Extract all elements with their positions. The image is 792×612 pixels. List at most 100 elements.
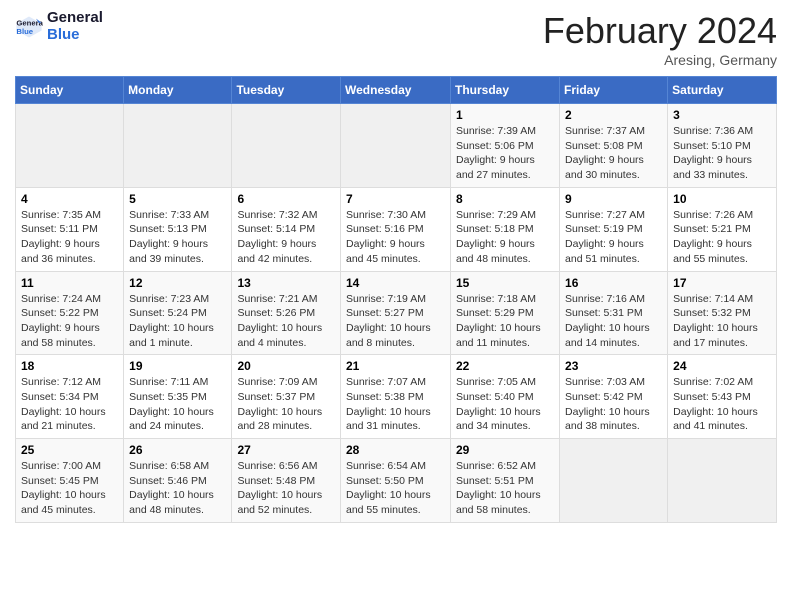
weekday-header-monday: Monday — [124, 77, 232, 104]
day-info: Sunrise: 7:11 AMSunset: 5:35 PMDaylight:… — [129, 375, 226, 434]
day-info: Sunrise: 7:09 AMSunset: 5:37 PMDaylight:… — [237, 375, 335, 434]
day-number: 7 — [346, 192, 445, 206]
calendar-cell: 21Sunrise: 7:07 AMSunset: 5:38 PMDayligh… — [341, 355, 451, 439]
calendar-cell: 26 Sunrise: 6:58 AMSunset: 5:46 PMDayligh… — [124, 439, 232, 523]
calendar-week-row: 25 Sunrise: 7:00 AMSunset: 5:45 PMDayligh… — [16, 439, 777, 523]
logo-text-general: General — [47, 10, 103, 27]
calendar-week-row: 11Sunrise: 7:24 AMSunset: 5:22 PMDayligh… — [16, 271, 777, 355]
calendar-table: SundayMondayTuesdayWednesdayThursdayFrid… — [15, 76, 777, 523]
calendar-cell — [16, 104, 124, 188]
day-info: Sunrise: 7:33 AMSunset: 5:13 PMDaylight:… — [129, 208, 226, 267]
weekday-header-row: SundayMondayTuesdayWednesdayThursdayFrid… — [16, 77, 777, 104]
day-number: 24 — [673, 359, 771, 373]
logo-icon: General Blue — [15, 13, 43, 41]
calendar-cell — [232, 104, 341, 188]
calendar-cell: 16 Sunrise: 7:16 AMSunset: 5:31 PMDayligh… — [560, 271, 668, 355]
calendar-cell: 5 Sunrise: 7:33 AMSunset: 5:13 PMDaylight… — [124, 187, 232, 271]
day-number: 26 — [129, 443, 226, 457]
day-number: 9 — [565, 192, 662, 206]
day-number: 5 — [129, 192, 226, 206]
day-number: 25 — [21, 443, 118, 457]
calendar-cell: 14 Sunrise: 7:19 AMSunset: 5:27 PMDayligh… — [341, 271, 451, 355]
day-number: 27 — [237, 443, 335, 457]
day-number: 13 — [237, 276, 335, 290]
calendar-cell: 6 Sunrise: 7:32 AMSunset: 5:14 PMDaylight… — [232, 187, 341, 271]
calendar-cell: 12Sunrise: 7:23 AMSunset: 5:24 PMDayligh… — [124, 271, 232, 355]
day-info: Sunrise: 7:29 AMSunset: 5:18 PMDaylight:… — [456, 208, 554, 267]
calendar-cell: 22 Sunrise: 7:05 AMSunset: 5:40 PMDayligh… — [451, 355, 560, 439]
day-number: 10 — [673, 192, 771, 206]
calendar-cell: 25 Sunrise: 7:00 AMSunset: 5:45 PMDayligh… — [16, 439, 124, 523]
calendar-cell: 24 Sunrise: 7:02 AMSunset: 5:43 PMDayligh… — [668, 355, 777, 439]
day-info: Sunrise: 6:52 AMSunset: 5:51 PMDaylight:… — [456, 459, 554, 518]
calendar-cell — [668, 439, 777, 523]
day-number: 17 — [673, 276, 771, 290]
calendar-cell: 13 Sunrise: 7:21 AMSunset: 5:26 PMDayligh… — [232, 271, 341, 355]
day-info: Sunrise: 7:05 AMSunset: 5:40 PMDaylight:… — [456, 375, 554, 434]
day-number: 8 — [456, 192, 554, 206]
calendar-cell: 11Sunrise: 7:24 AMSunset: 5:22 PMDayligh… — [16, 271, 124, 355]
calendar-cell: 18Sunrise: 7:12 AMSunset: 5:34 PMDayligh… — [16, 355, 124, 439]
calendar-cell: 27 Sunrise: 6:56 AMSunset: 5:48 PMDayligh… — [232, 439, 341, 523]
day-number: 6 — [237, 192, 335, 206]
day-info: Sunrise: 7:24 AMSunset: 5:22 PMDaylight:… — [21, 292, 118, 351]
day-info: Sunrise: 7:37 AMSunset: 5:08 PMDaylight:… — [565, 124, 662, 183]
day-number: 3 — [673, 108, 771, 122]
day-number: 12 — [129, 276, 226, 290]
day-number: 2 — [565, 108, 662, 122]
day-info: Sunrise: 7:16 AMSunset: 5:31 PMDaylight:… — [565, 292, 662, 351]
calendar-cell — [560, 439, 668, 523]
day-number: 18 — [21, 359, 118, 373]
day-info: Sunrise: 7:02 AMSunset: 5:43 PMDaylight:… — [673, 375, 771, 434]
day-info: Sunrise: 6:58 AMSunset: 5:46 PMDaylight:… — [129, 459, 226, 518]
day-info: Sunrise: 7:39 AMSunset: 5:06 PMDaylight:… — [456, 124, 554, 183]
weekday-header-sunday: Sunday — [16, 77, 124, 104]
calendar-cell: 15Sunrise: 7:18 AMSunset: 5:29 PMDayligh… — [451, 271, 560, 355]
weekday-header-wednesday: Wednesday — [341, 77, 451, 104]
day-info: Sunrise: 7:14 AMSunset: 5:32 PMDaylight:… — [673, 292, 771, 351]
day-number: 1 — [456, 108, 554, 122]
calendar-cell: 29 Sunrise: 6:52 AMSunset: 5:51 PMDayligh… — [451, 439, 560, 523]
header: General Blue General Blue February 2024 … — [15, 10, 777, 68]
calendar-cell: 7 Sunrise: 7:30 AMSunset: 5:16 PMDaylight… — [341, 187, 451, 271]
day-info: Sunrise: 7:00 AMSunset: 5:45 PMDaylight:… — [21, 459, 118, 518]
day-number: 19 — [129, 359, 226, 373]
day-number: 22 — [456, 359, 554, 373]
day-number: 16 — [565, 276, 662, 290]
day-info: Sunrise: 7:26 AMSunset: 5:21 PMDaylight:… — [673, 208, 771, 267]
day-number: 4 — [21, 192, 118, 206]
calendar-cell: 28Sunrise: 6:54 AMSunset: 5:50 PMDayligh… — [341, 439, 451, 523]
calendar-cell: 20Sunrise: 7:09 AMSunset: 5:37 PMDayligh… — [232, 355, 341, 439]
calendar-cell: 1 Sunrise: 7:39 AMSunset: 5:06 PMDaylight… — [451, 104, 560, 188]
svg-text:General: General — [16, 18, 43, 27]
location: Aresing, Germany — [543, 52, 777, 68]
month-title: February 2024 — [543, 10, 777, 52]
day-info: Sunrise: 7:27 AMSunset: 5:19 PMDaylight:… — [565, 208, 662, 267]
weekday-header-thursday: Thursday — [451, 77, 560, 104]
calendar-cell — [124, 104, 232, 188]
day-info: Sunrise: 7:32 AMSunset: 5:14 PMDaylight:… — [237, 208, 335, 267]
calendar-cell: 9 Sunrise: 7:27 AMSunset: 5:19 PMDaylight… — [560, 187, 668, 271]
calendar-week-row: 4 Sunrise: 7:35 AMSunset: 5:11 PMDaylight… — [16, 187, 777, 271]
day-number: 23 — [565, 359, 662, 373]
calendar-header: SundayMondayTuesdayWednesdayThursdayFrid… — [16, 77, 777, 104]
day-info: Sunrise: 7:21 AMSunset: 5:26 PMDaylight:… — [237, 292, 335, 351]
day-number: 29 — [456, 443, 554, 457]
day-info: Sunrise: 7:35 AMSunset: 5:11 PMDaylight:… — [21, 208, 118, 267]
calendar-cell: 17 Sunrise: 7:14 AMSunset: 5:32 PMDayligh… — [668, 271, 777, 355]
svg-text:Blue: Blue — [16, 27, 33, 36]
calendar-cell: 2 Sunrise: 7:37 AMSunset: 5:08 PMDaylight… — [560, 104, 668, 188]
calendar-cell: 19 Sunrise: 7:11 AMSunset: 5:35 PMDayligh… — [124, 355, 232, 439]
calendar-week-row: 1 Sunrise: 7:39 AMSunset: 5:06 PMDaylight… — [16, 104, 777, 188]
day-info: Sunrise: 7:07 AMSunset: 5:38 PMDaylight:… — [346, 375, 445, 434]
title-area: February 2024 Aresing, Germany — [543, 10, 777, 68]
day-number: 28 — [346, 443, 445, 457]
weekday-header-friday: Friday — [560, 77, 668, 104]
weekday-header-tuesday: Tuesday — [232, 77, 341, 104]
day-info: Sunrise: 7:19 AMSunset: 5:27 PMDaylight:… — [346, 292, 445, 351]
day-number: 14 — [346, 276, 445, 290]
day-number: 15 — [456, 276, 554, 290]
day-info: Sunrise: 6:56 AMSunset: 5:48 PMDaylight:… — [237, 459, 335, 518]
day-info: Sunrise: 7:30 AMSunset: 5:16 PMDaylight:… — [346, 208, 445, 267]
calendar-week-row: 18Sunrise: 7:12 AMSunset: 5:34 PMDayligh… — [16, 355, 777, 439]
